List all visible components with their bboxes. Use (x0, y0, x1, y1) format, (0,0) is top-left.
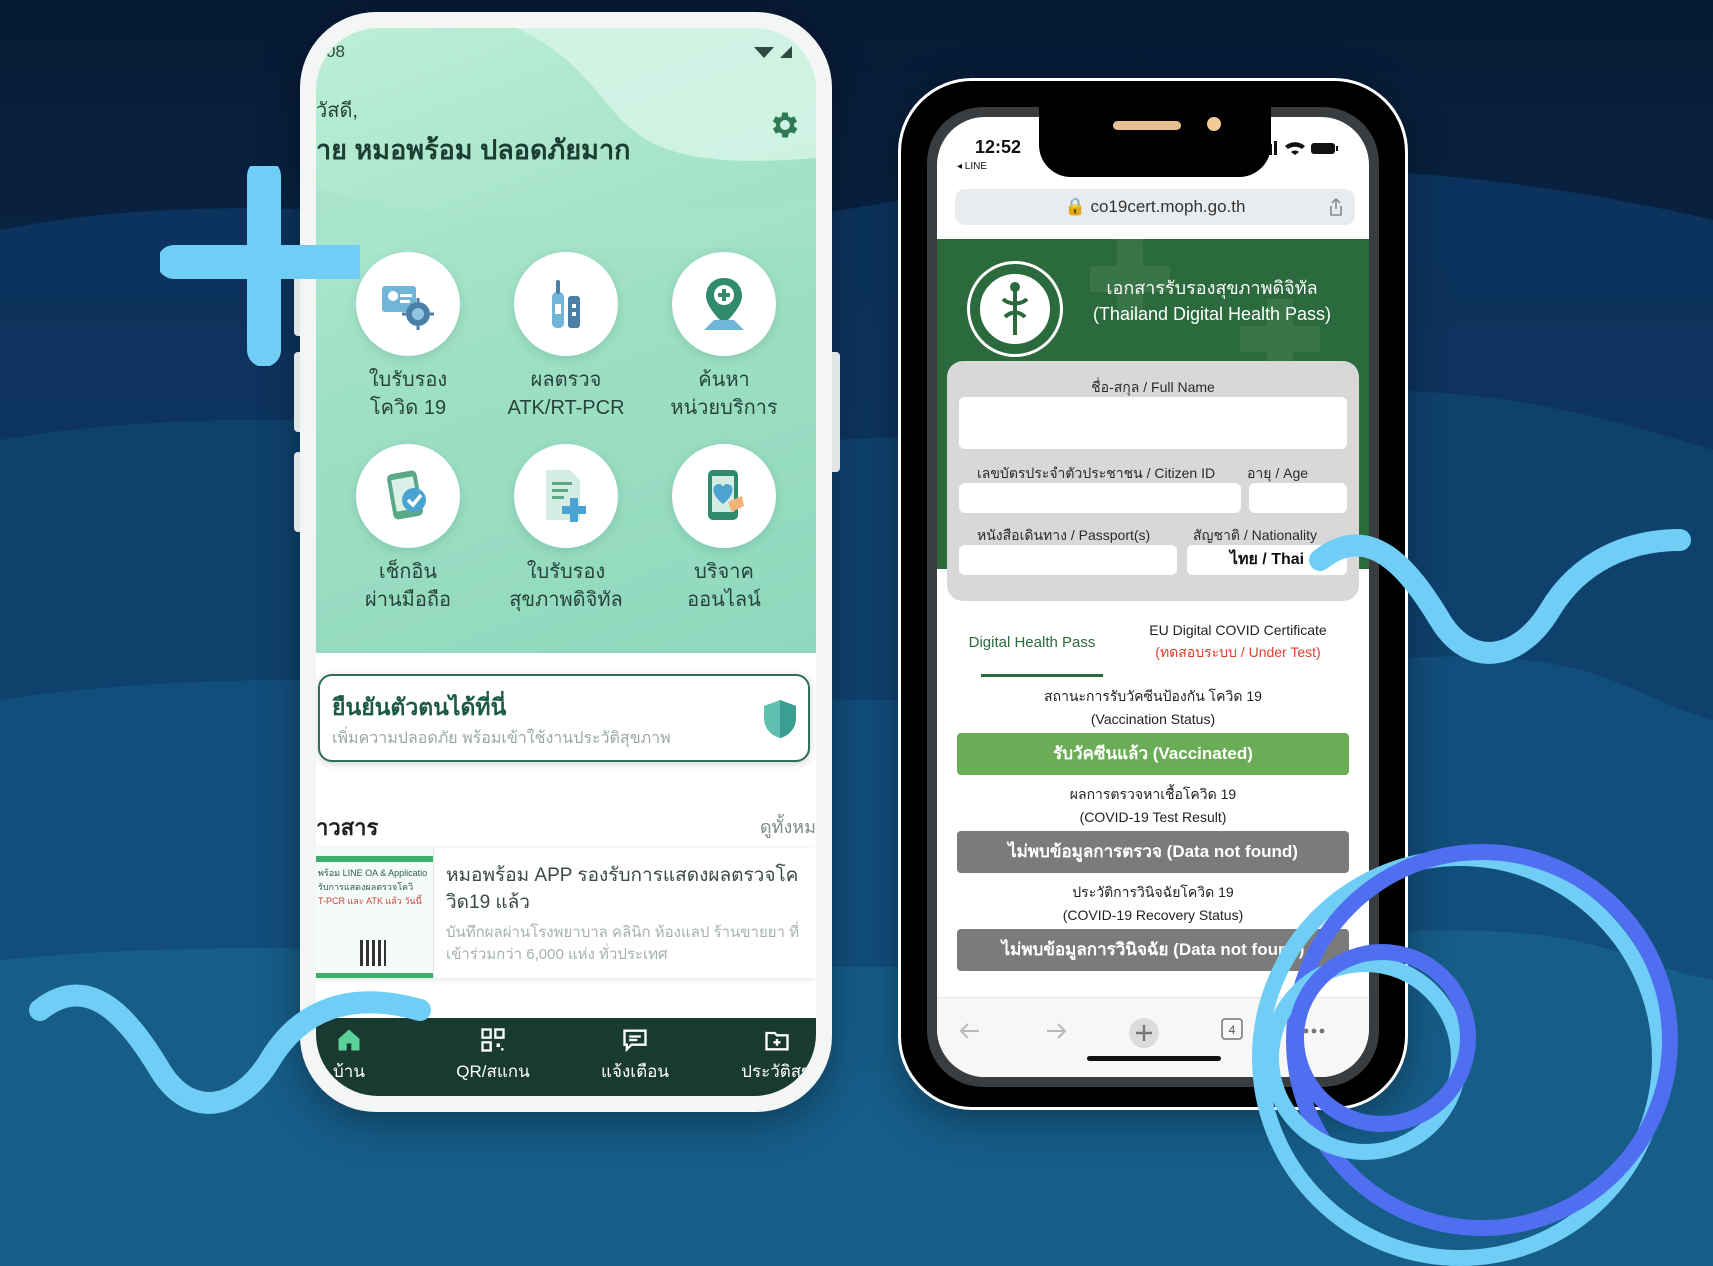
power-button (832, 352, 840, 472)
header-title-th: เอกสารรับรองสุขภาพดิจิทัล (1106, 278, 1318, 298)
status-time: 12:52 (975, 137, 1022, 157)
news-card[interactable]: พร้อม LINE OA & Applicatio รับการแสดงผลต… (316, 848, 816, 978)
tab-label: Digital Health Pass (968, 634, 1096, 651)
qr-scan-icon (481, 1028, 505, 1052)
shield-icon (764, 700, 796, 738)
nationality-label: สัญชาติ / Nationality (1193, 527, 1317, 543)
wave-squiggle-right (1309, 529, 1691, 664)
tile-online-donation[interactable]: บริจาคออนไลน์ (644, 444, 804, 614)
tile-atk-rtpcr-result[interactable]: ผลตรวจ ATK/RT-PCR (486, 252, 646, 422)
certificate-virus-icon (356, 252, 460, 356)
passport-field[interactable] (959, 545, 1177, 575)
verify-title: ยืนยันตัวตนได้ที่นี่ (332, 694, 507, 720)
news-heading: าวสาร (316, 815, 379, 840)
back-arrow-icon[interactable] (955, 1016, 985, 1046)
active-tab-underline (981, 674, 1103, 677)
tile-label-line1: ค้นหา (698, 369, 750, 391)
personal-info-card: ชื่อ-สกุล / Full Name เลขบัตรประจำตัวประ… (947, 361, 1359, 601)
side-button (294, 452, 300, 532)
tile-label-line2: ผ่านมือถือ (365, 589, 451, 611)
nav-health-history[interactable]: ประวัติสุข (722, 1026, 816, 1085)
tile-label-line2: หน่วยบริการ (670, 397, 778, 419)
news-card-title: หมอพร้อม APP รองรับการแสดงผลตรวจโควิด19 … (446, 865, 799, 913)
tile-label-line1: ใบรับรอง (526, 561, 606, 583)
header-title-en: (Thailand Digital Health Pass) (1092, 304, 1332, 324)
nationality-value: ไทย / Thai (1229, 551, 1305, 568)
news-card-description: บันทึกผลผ่านโรงพยาบาล คลินิก ห้องแลป ร้า… (446, 924, 799, 963)
chat-bell-icon (623, 1029, 647, 1053)
nav-label: QR/สแกน (456, 1062, 530, 1081)
label-en: (Vaccination Status) (1090, 711, 1216, 727)
phone-check-icon (356, 444, 460, 548)
back-to-line-link[interactable]: ◂ LINE (957, 161, 987, 172)
plus-decoration-icon (160, 166, 360, 366)
tile-find-service-unit[interactable]: ค้นหาหน่วยบริการ (644, 252, 804, 422)
greeting-text: วัสดี, (316, 100, 358, 122)
test-kit-icon (514, 252, 618, 356)
age-field[interactable] (1249, 483, 1347, 513)
tile-mobile-checkin[interactable]: เช็กอินผ่านมือถือ (328, 444, 488, 614)
url-text: co19cert.moph.go.th (1090, 197, 1246, 216)
verify-subtitle: เพิ่มความปลอดภัย พร้อมเข้าใช้งานประวัติส… (332, 730, 671, 747)
nav-notifications[interactable]: แจ้งเตือน (580, 1026, 690, 1085)
full-name-label: ชื่อ-สกุล / Full Name (1091, 379, 1215, 395)
tab-count-text: 4 (1229, 1023, 1236, 1037)
left-phone-screen: 08 วัสดี, าย หมอพร้อม ปลอดภัยมาก ใบรับรอ… (316, 28, 816, 1096)
home-indicator (1087, 1056, 1221, 1061)
status-bar: 08 (316, 42, 816, 62)
gear-icon[interactable] (768, 108, 802, 142)
certificate-tabs: Digital Health Pass EU Digital COVID Cer… (947, 607, 1359, 679)
verify-identity-card[interactable]: ยืนยันตัวตนได้ที่นี่ เพิ่มความปลอดภัย พร… (318, 674, 810, 762)
status-time: 08 (326, 42, 345, 61)
tile-label-line1: เช็กอิน (378, 561, 438, 583)
ministry-of-public-health-seal (967, 261, 1063, 357)
header-title: เอกสารรับรองสุขภาพดิจิทัล (Thailand Digi… (1067, 275, 1357, 327)
lock-icon: 🔒 (1064, 197, 1086, 216)
news-see-all-link[interactable]: ดูทั้งหม (760, 812, 816, 841)
thumb-text: พร้อม LINE OA & Applicatio (318, 868, 428, 878)
tabs-count-icon[interactable]: 4 (1219, 1016, 1245, 1042)
document-plus-icon (514, 444, 618, 548)
tile-label-line1: ผลตรวจ (530, 369, 602, 391)
share-icon[interactable] (1329, 198, 1343, 216)
speaker-grille (1113, 121, 1181, 130)
tile-label-line2: สุขภาพดิจิทัล (509, 589, 623, 611)
forward-arrow-icon[interactable] (1041, 1016, 1071, 1046)
left-phone-mohpromt: 08 วัสดี, าย หมอพร้อม ปลอดภัยมาก ใบรับรอ… (294, 12, 840, 1112)
app-hero: 08 วัสดี, าย หมอพร้อม ปลอดภัยมาก ใบรับรอ… (316, 28, 816, 653)
iphone-notch (1039, 107, 1271, 177)
tile-label-line1: ใบรับรอง (368, 369, 448, 391)
citizen-id-field[interactable] (959, 483, 1241, 513)
wave-squiggle-left (29, 984, 431, 1114)
folder-plus-icon (765, 1031, 789, 1051)
signal-battery-icon (754, 46, 792, 58)
label-th: ผลการตรวจหาเชื้อโควิด 19 (1069, 786, 1237, 802)
news-thumbnail: พร้อม LINE OA & Applicatio รับการแสดงผลต… (316, 848, 434, 978)
thumb-text: รับการแสดงผลตรวจโควิ (318, 882, 414, 892)
hero-title: าย หมอพร้อม ปลอดภัยมาก (316, 135, 631, 165)
age-label: อายุ / Age (1247, 465, 1309, 481)
nav-qr-scan[interactable]: QR/สแกน (438, 1026, 548, 1085)
tile-label-line1: บริจาค (694, 561, 754, 583)
front-camera (1207, 117, 1221, 131)
concentric-rings-decoration (1252, 844, 1678, 1266)
safari-url-bar[interactable]: 🔒 co19cert.moph.go.th (955, 189, 1355, 225)
full-name-field[interactable] (959, 397, 1347, 449)
tile-digital-health-certificate[interactable]: ใบรับรองสุขภาพดิจิทัล (486, 444, 646, 614)
signal-wifi-battery-icon (1259, 141, 1338, 155)
vaccination-status-badge[interactable]: รับวัคซีนแล้ว (Vaccinated) (957, 733, 1349, 775)
passport-label: หนังสือเดินทาง / Passport(s) (977, 527, 1151, 543)
nav-label: แจ้งเตือน (601, 1062, 669, 1081)
tile-label-line2: โควิด 19 (369, 397, 447, 419)
location-pin-icon (672, 252, 776, 356)
phone-heart-icon (672, 444, 776, 548)
thumb-text: T-PCR และ ATK แล้ว วันนี้ (318, 896, 422, 906)
new-tab-plus-icon[interactable] (1127, 1016, 1161, 1050)
citizen-id-label: เลขบัตรประจำตัวประชาชน / Citizen ID (977, 465, 1216, 481)
tile-label-line2: ออนไลน์ (687, 589, 761, 611)
tile-label-line2: ATK/RT-PCR (507, 397, 625, 419)
nav-label: ประวัติสุข (741, 1062, 813, 1081)
tab-digital-health-pass[interactable]: Digital Health Pass (947, 607, 1117, 679)
